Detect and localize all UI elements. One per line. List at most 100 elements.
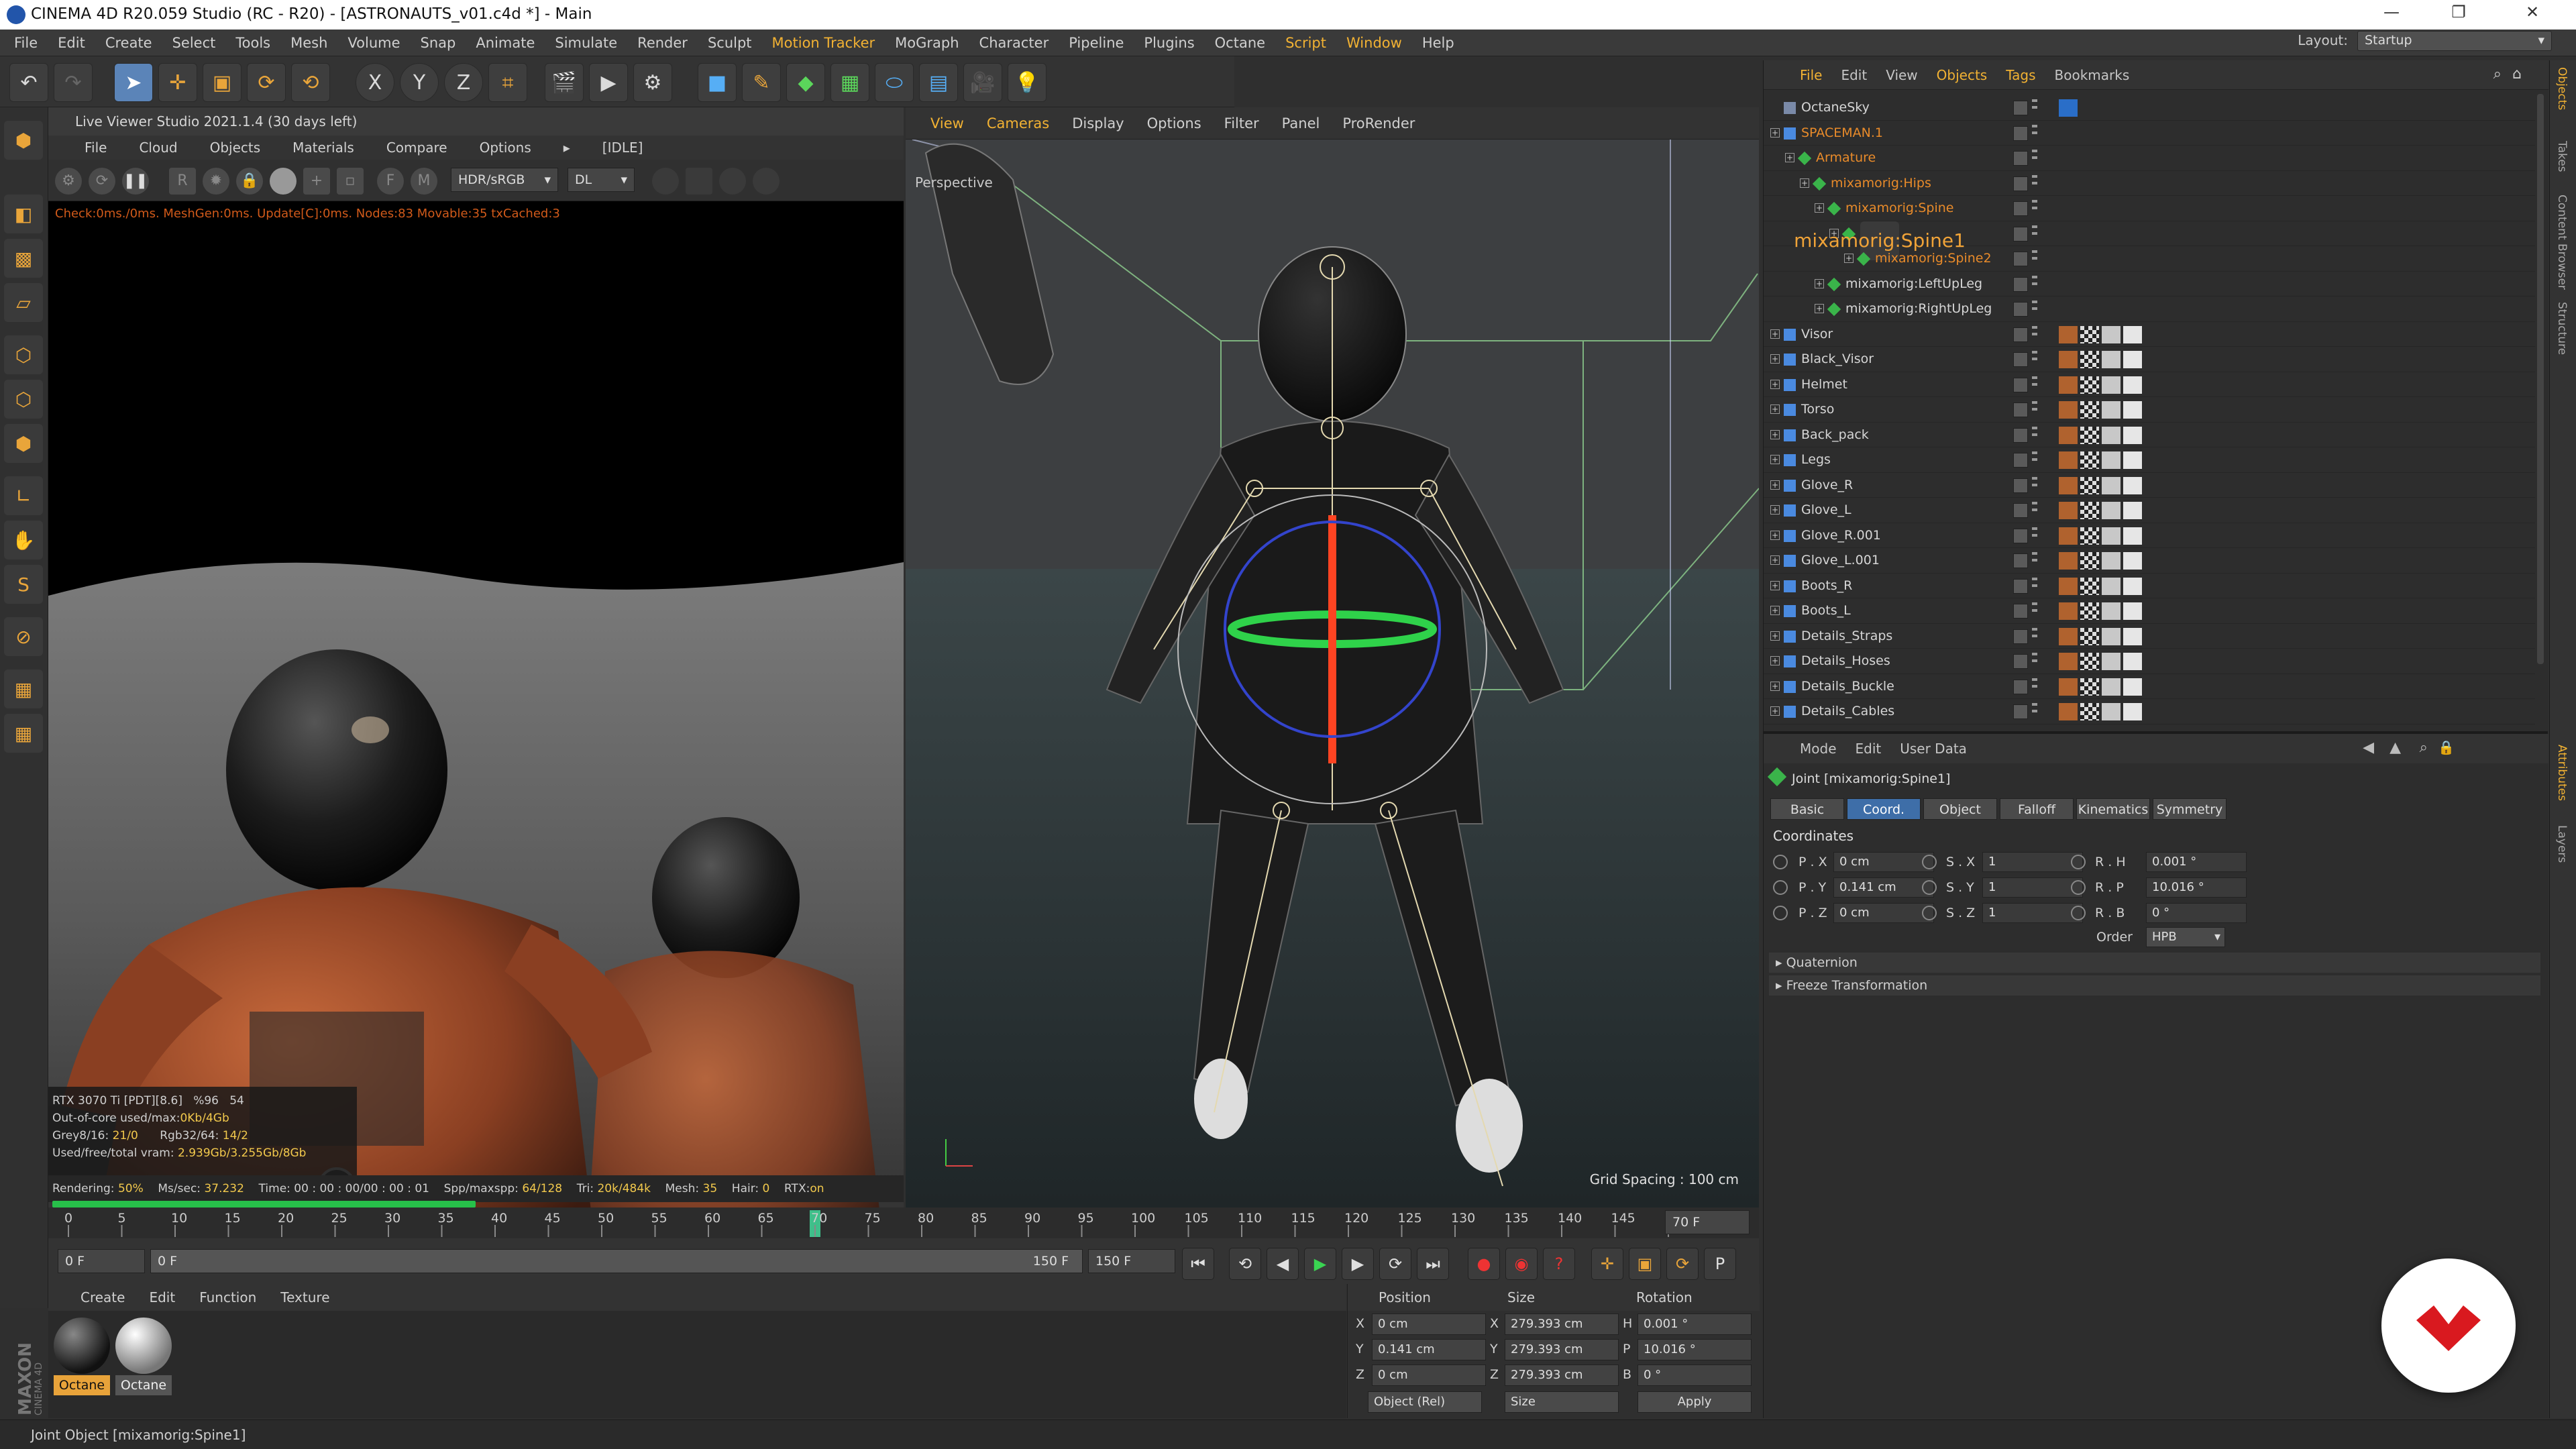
visibility-toggle-icon[interactable]	[2013, 654, 2028, 669]
planar-workplane-icon[interactable]: ▦	[4, 669, 43, 708]
render-dots-icon[interactable]	[2032, 376, 2037, 394]
lv-send-scene-icon[interactable]: ⚙	[55, 168, 82, 195]
material-tag-icon[interactable]	[2123, 653, 2142, 670]
back-arrow-icon[interactable]: ◀	[2363, 739, 2374, 756]
render-dots-icon[interactable]	[2032, 502, 2037, 519]
rot-p-radio[interactable]	[2071, 880, 2086, 895]
material-tag-icon[interactable]	[2102, 602, 2121, 620]
menu-mograph[interactable]: MoGraph	[885, 30, 969, 56]
scale-z-radio[interactable]	[1922, 906, 1937, 920]
lv-menu-options[interactable]: Options	[464, 136, 547, 160]
visibility-toggle-icon[interactable]	[2013, 402, 2028, 417]
om-menu-view[interactable]: View	[1876, 60, 1927, 90]
polygons-mode-icon[interactable]: ⬢	[4, 424, 43, 463]
tab-kinematics[interactable]: Kinematics	[2076, 798, 2150, 820]
material-tag-icon[interactable]	[2102, 653, 2121, 670]
vp-menu-panel[interactable]: Panel	[1271, 107, 1332, 140]
material-tag-icon[interactable]	[2080, 426, 2099, 444]
tweak-mode-icon[interactable]: ✋	[4, 521, 43, 559]
material-tag-icon[interactable]	[2102, 577, 2121, 595]
material-tag-icon[interactable]	[2102, 678, 2121, 696]
render-dots-icon[interactable]	[2032, 602, 2037, 620]
expand-toggle-icon[interactable]: +	[1770, 631, 1780, 641]
object-name[interactable]: Glove_L.001	[1801, 548, 1880, 573]
vp-menu-options[interactable]: Options	[1136, 107, 1213, 140]
object-row[interactable]: + mixamorig:Spine	[1764, 196, 2535, 221]
material-tag-icon[interactable]	[2059, 401, 2078, 419]
object-name[interactable]: mixamorig:RightUpLeg	[1845, 297, 1992, 321]
vtab-takes[interactable]: Takes	[2555, 141, 2569, 172]
menu-window[interactable]: Window	[1336, 30, 1412, 56]
pos-x-field[interactable]: 0 cm	[1833, 852, 1934, 872]
start-frame-field[interactable]: 0 F	[58, 1249, 145, 1273]
rot-b-radio[interactable]	[2071, 906, 2086, 920]
object-row[interactable]: + Details_Buckle	[1764, 674, 2535, 699]
visibility-toggle-icon[interactable]	[2013, 327, 2028, 342]
coord-apply-button[interactable]: Apply	[1638, 1391, 1752, 1413]
lv-pause-icon[interactable]: ❚❚	[122, 168, 149, 195]
pos-z-radio[interactable]	[1773, 906, 1788, 920]
texture-mode-icon[interactable]: ▩	[4, 239, 43, 278]
object-row[interactable]: + mixamorig:Spine2	[1764, 246, 2535, 272]
vtab-objects[interactable]: Objects	[2555, 67, 2569, 110]
menu-render[interactable]: Render	[627, 30, 698, 56]
render-dots-icon[interactable]	[2032, 426, 2037, 444]
object-row[interactable]: + Glove_L	[1764, 498, 2535, 523]
timeline-ruler[interactable]: 0 5 10 15 20 25 30 35 40 45 50 55 60 65 70 75 80 85 90 95 10…	[48, 1208, 1759, 1238]
expand-toggle-icon[interactable]: +	[1770, 354, 1780, 364]
menu-motion-tracker[interactable]: Motion Tracker	[762, 30, 885, 56]
visibility-toggle-icon[interactable]	[2013, 528, 2028, 543]
workplane-icon[interactable]: ▱	[4, 283, 43, 322]
material-tag-icon[interactable]	[2123, 502, 2142, 519]
object-row[interactable]: + Glove_L.001	[1764, 548, 2535, 574]
object-row[interactable]: + Boots_R	[1764, 574, 2535, 598]
visibility-toggle-icon[interactable]	[2013, 302, 2028, 317]
material-tag-icon[interactable]	[2123, 678, 2142, 696]
menu-sculpt[interactable]: Sculpt	[698, 30, 762, 56]
vp-menu-display[interactable]: Display	[1061, 107, 1135, 140]
material-tag-icon[interactable]	[2059, 627, 2078, 645]
rot-h-field[interactable]: 0.001 °	[2146, 852, 2247, 872]
vp-menu-cameras[interactable]: Cameras	[975, 107, 1061, 140]
visibility-toggle-icon[interactable]	[2013, 226, 2028, 241]
mat-menu-edit[interactable]: Edit	[137, 1284, 187, 1311]
material-tag-icon[interactable]	[2102, 351, 2121, 368]
mat-menu-function[interactable]: Function	[187, 1284, 268, 1311]
perspective-viewport[interactable]: View Cameras Display Options Filter Pane…	[906, 107, 1759, 1208]
object-row[interactable]: + Torso	[1764, 397, 2535, 423]
visibility-toggle-icon[interactable]	[2013, 453, 2028, 468]
expand-toggle-icon[interactable]: +	[1770, 606, 1780, 615]
prev-key-icon[interactable]: ⟲	[1229, 1248, 1261, 1280]
om-menu-bookmarks[interactable]: Bookmarks	[2045, 60, 2139, 90]
coord-rot-p[interactable]: 10.016 °	[1638, 1339, 1752, 1360]
object-name[interactable]: Details_Straps	[1801, 624, 1892, 649]
material-thumb-2[interactable]	[115, 1318, 172, 1374]
lv-kernel-select[interactable]: DL ▾	[568, 168, 635, 192]
search-icon[interactable]: ⌕	[2493, 66, 2502, 83]
menu-edit[interactable]: Edit	[48, 30, 95, 56]
render-dots-icon[interactable]	[2032, 401, 2037, 419]
scale-z-field[interactable]: 1	[1982, 903, 2083, 923]
play-icon[interactable]: ▶	[1304, 1248, 1336, 1280]
viewport-canvas[interactable]: Perspective Grid Spacing : 100 cm	[906, 140, 1759, 1208]
am-menu-user-data[interactable]: User Data	[1890, 734, 1976, 763]
expand-toggle-icon[interactable]: +	[1770, 455, 1780, 464]
visibility-toggle-icon[interactable]	[2013, 176, 2028, 191]
render-dots-icon[interactable]	[2032, 552, 2037, 570]
expand-toggle-icon[interactable]: +	[1770, 329, 1780, 339]
render-dots-icon[interactable]	[2032, 703, 2037, 720]
material-tag-icon[interactable]	[2123, 426, 2142, 444]
lv-focus-icon[interactable]: F	[377, 168, 404, 195]
object-row[interactable]: + Glove_R.001	[1764, 523, 2535, 548]
pen-icon[interactable]: ✎	[742, 63, 781, 102]
object-name[interactable]: Glove_R.001	[1801, 523, 1881, 548]
lv-hdr-select[interactable]: HDR/sRGB ▾	[451, 168, 558, 192]
object-row[interactable]: + Back_pack	[1764, 423, 2535, 447]
material-tag-icon[interactable]	[2123, 552, 2142, 570]
render-dots-icon[interactable]	[2032, 200, 2037, 217]
material-tag-icon[interactable]	[2080, 451, 2099, 469]
material-tag-icon[interactable]	[2080, 678, 2099, 696]
render-picture-viewer-icon[interactable]: ▶	[589, 63, 628, 102]
object-name[interactable]: Helmet	[1801, 372, 1847, 397]
menu-animate[interactable]: Animate	[466, 30, 545, 56]
